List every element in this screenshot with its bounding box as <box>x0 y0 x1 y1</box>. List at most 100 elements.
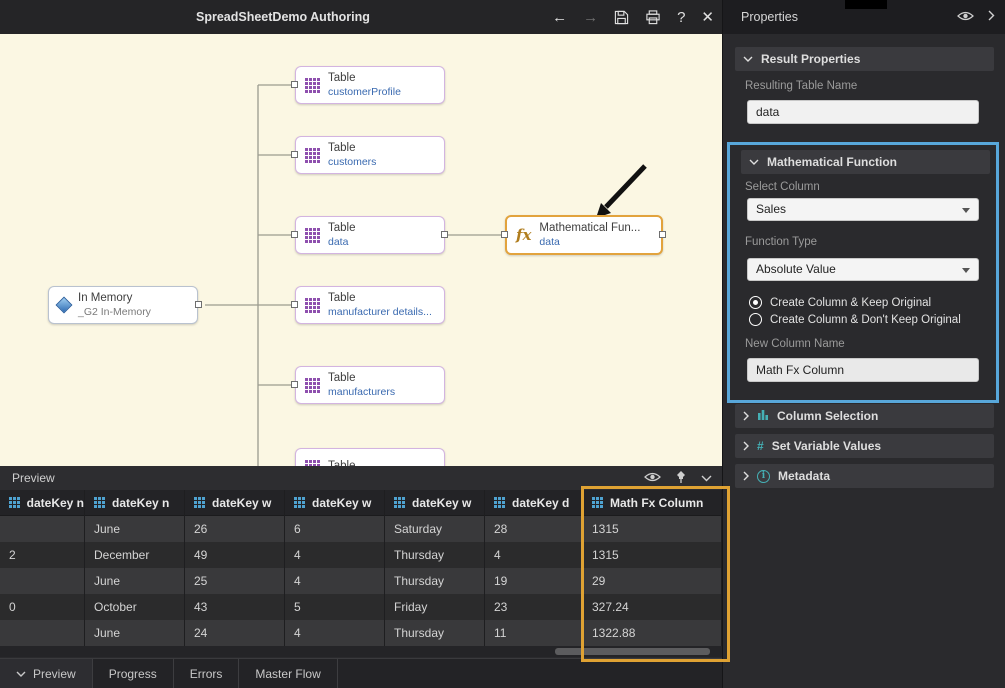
chevron-right-icon <box>743 471 749 481</box>
chevron-right-icon <box>743 441 749 451</box>
chevron-right-icon[interactable] <box>988 10 995 24</box>
node-subtitle: manufacturer details... <box>328 306 432 318</box>
node-subtitle: customerProfile <box>328 86 401 98</box>
port-table-in[interactable] <box>291 301 298 308</box>
column-header-math-fx[interactable]: Math Fx Column <box>583 490 722 516</box>
port-table-in[interactable] <box>291 381 298 388</box>
tab-preview[interactable]: Preview <box>0 659 93 688</box>
table-cell: 25 <box>185 568 285 594</box>
port-table-in[interactable] <box>291 81 298 88</box>
preview-table: dateKey n dateKey n dateKey w dateKey w … <box>0 490 722 646</box>
table-cell: 4 <box>485 542 583 568</box>
table-cell: 1315 <box>583 516 722 542</box>
radio-create-keep-original[interactable]: Create Column & Keep Original <box>749 296 931 309</box>
table-grid-icon <box>305 228 320 243</box>
table-row[interactable]: 2 December 49 4 Thursday 4 1315 <box>0 542 722 568</box>
node-table-manufacturers[interactable]: Table manufacturers <box>295 366 445 404</box>
table-row[interactable]: June 25 4 Thursday 19 29 <box>0 568 722 594</box>
section-mathematical-function[interactable]: Mathematical Function <box>741 150 990 174</box>
chevron-down-icon <box>749 159 759 165</box>
table-grid-icon <box>305 298 320 313</box>
port-in-memory-out[interactable] <box>195 301 202 308</box>
eye-icon[interactable] <box>644 471 661 486</box>
node-title: Table <box>328 142 376 155</box>
pin-icon[interactable] <box>675 470 687 487</box>
help-icon[interactable]: ? <box>677 9 685 26</box>
table-cell: Saturday <box>385 516 485 542</box>
flow-canvas[interactable]: In Memory _G2 In-Memory Table customerPr… <box>0 34 722 466</box>
node-title: Table <box>328 222 356 235</box>
hash-icon: # <box>757 439 764 453</box>
node-table-clipped[interactable]: Table <box>295 448 445 466</box>
node-title: Mathematical Fun... <box>539 222 640 235</box>
radio-create-dont-keep-original[interactable]: Create Column & Don't Keep Original <box>749 313 961 326</box>
port-math-out[interactable] <box>659 231 666 238</box>
node-table-data[interactable]: Table data <box>295 216 445 254</box>
node-subtitle: customers <box>328 156 376 168</box>
table-cell: Friday <box>385 594 485 620</box>
back-icon[interactable]: ← <box>552 9 567 26</box>
table-cell: December <box>85 542 185 568</box>
column-icon <box>9 497 21 509</box>
eye-icon[interactable] <box>957 10 974 25</box>
column-header[interactable]: dateKey w <box>185 490 285 516</box>
tab-errors[interactable]: Errors <box>174 659 240 688</box>
column-header[interactable]: dateKey n <box>85 490 185 516</box>
title-bar: SpreadSheetDemo Authoring ← → ? ✕ <box>0 0 722 34</box>
select-column-label: Select Column <box>745 181 820 193</box>
node-table-customerProfile[interactable]: Table customerProfile <box>295 66 445 104</box>
section-column-selection[interactable]: Column Selection <box>735 404 994 428</box>
scrollbar-thumb[interactable] <box>555 648 710 655</box>
radio-selected-icon <box>749 296 762 309</box>
table-row[interactable]: June 24 4 Thursday 11 1322.88 <box>0 620 722 646</box>
table-row[interactable]: June 26 6 Saturday 28 1315 <box>0 516 722 542</box>
column-header[interactable]: dateKey w <box>385 490 485 516</box>
column-icon <box>592 497 604 509</box>
save-icon[interactable] <box>614 10 629 25</box>
table-row[interactable]: 0 October 43 5 Friday 23 327.24 <box>0 594 722 620</box>
table-cell: 19 <box>485 568 583 594</box>
column-icon <box>194 497 206 509</box>
section-result-properties[interactable]: Result Properties <box>735 47 994 71</box>
in-memory-icon <box>56 297 73 314</box>
table-cell: 24 <box>185 620 285 646</box>
node-in-memory[interactable]: In Memory _G2 In-Memory <box>48 286 198 324</box>
node-title: In Memory <box>78 292 151 305</box>
table-cell: Thursday <box>385 568 485 594</box>
fx-icon: fx <box>516 226 531 244</box>
resulting-table-name-input[interactable]: data <box>747 100 979 124</box>
select-column-dropdown[interactable]: Sales <box>747 198 979 221</box>
tab-progress[interactable]: Progress <box>93 659 174 688</box>
table-cell: 1315 <box>583 542 722 568</box>
node-mathematical-function[interactable]: fx Mathematical Fun... data <box>505 215 663 255</box>
section-metadata[interactable]: i Metadata <box>735 464 994 488</box>
port-table-in[interactable] <box>291 231 298 238</box>
node-subtitle: manufacturers <box>328 386 395 398</box>
new-column-name-input[interactable]: Math Fx Column <box>747 358 979 382</box>
function-type-dropdown[interactable]: Absolute Value <box>747 258 979 281</box>
section-set-variable-values[interactable]: # Set Variable Values <box>735 434 994 458</box>
table-cell: 1322.88 <box>583 620 722 646</box>
column-header[interactable]: dateKey w <box>285 490 385 516</box>
horizontal-scrollbar[interactable] <box>0 646 722 657</box>
table-cell: 327.24 <box>583 594 722 620</box>
table-grid-icon <box>305 78 320 93</box>
tab-master-flow[interactable]: Master Flow <box>239 659 337 688</box>
dropdown-caret-icon <box>962 268 970 273</box>
node-subtitle: _G2 In-Memory <box>78 306 151 318</box>
table-cell: June <box>85 620 185 646</box>
column-header[interactable]: dateKey n <box>0 490 85 516</box>
port-math-in[interactable] <box>501 231 508 238</box>
preview-header-row: dateKey n dateKey n dateKey w dateKey w … <box>0 490 722 516</box>
node-subtitle: data <box>539 236 640 248</box>
node-table-manufacturer-details[interactable]: Table manufacturer details... <box>295 286 445 324</box>
port-table-data-out[interactable] <box>441 231 448 238</box>
forward-icon[interactable]: → <box>583 9 598 26</box>
node-table-customers[interactable]: Table customers <box>295 136 445 174</box>
print-icon[interactable] <box>645 10 661 25</box>
collapse-chevron-icon[interactable] <box>701 471 712 485</box>
table-cell: 4 <box>285 568 385 594</box>
column-header[interactable]: dateKey d <box>485 490 583 516</box>
port-table-in[interactable] <box>291 151 298 158</box>
close-icon[interactable]: ✕ <box>701 8 714 26</box>
